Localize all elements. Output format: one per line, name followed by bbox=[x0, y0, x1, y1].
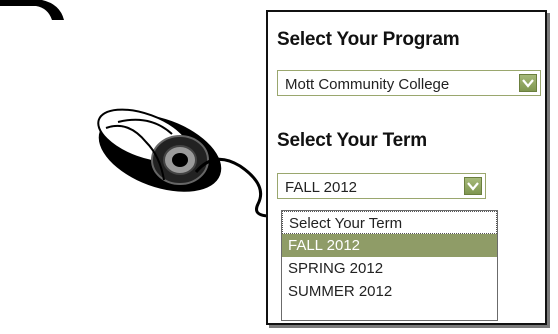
program-heading: Select Your Program bbox=[277, 29, 460, 50]
term-option-highlighted[interactable]: FALL 2012 bbox=[282, 234, 497, 257]
mouse-icon bbox=[97, 108, 222, 192]
term-option[interactable]: SUMMER 2012 bbox=[282, 280, 497, 303]
chevron-down-icon bbox=[522, 79, 534, 88]
term-option[interactable]: SPRING 2012 bbox=[282, 257, 497, 280]
term-select-value: FALL 2012 bbox=[285, 179, 358, 196]
term-heading: Select Your Term bbox=[277, 130, 427, 151]
program-select-value: Mott Community College bbox=[285, 76, 450, 93]
program-dropdown-button[interactable] bbox=[519, 74, 537, 92]
partial-logo-fragment bbox=[0, 0, 64, 20]
chevron-down-icon bbox=[467, 182, 479, 191]
term-options-list: Select Your Term FALL 2012 SPRING 2012 S… bbox=[281, 210, 498, 321]
term-select[interactable]: FALL 2012 bbox=[277, 173, 486, 199]
term-dropdown-button[interactable] bbox=[464, 177, 482, 195]
term-option[interactable]: Select Your Term bbox=[282, 211, 497, 234]
program-select[interactable]: Mott Community College bbox=[277, 70, 541, 96]
term-selector-panel: Select Your Program Mott Community Colle… bbox=[266, 10, 547, 325]
